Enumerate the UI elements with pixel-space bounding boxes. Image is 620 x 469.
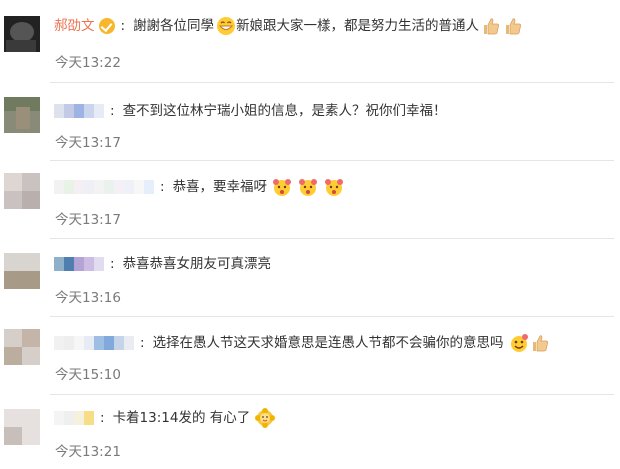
comment-time: 今天13:17 [55, 135, 121, 151]
comment-time: 今天13:22 [55, 55, 121, 71]
grin-emoji-icon [216, 16, 236, 36]
sunflower-emoji-icon [254, 408, 276, 428]
comment-item: : 选择在愚人节这天求婚意思是连愚人节都不会骗你的意思吗 今天15:10 [0, 317, 620, 393]
comment-text-line: 郝劭文 : 謝謝各位同學 新娘跟大家一樣，都是努力生活的普通人 [54, 16, 523, 36]
comment-text-line: : 选择在愚人节这天求婚意思是连愚人节都不会骗你的意思吗 [54, 333, 550, 353]
comment-text: 查不到这位林宁瑞小姐的信息，是素人？祝你们幸福！ [122, 103, 447, 119]
thumbs-up-icon [530, 333, 550, 353]
comment-text: 謝謝各位同學 [133, 18, 215, 34]
comment-time: 今天13:21 [55, 444, 121, 460]
separator-colon: : [160, 179, 165, 195]
kiss-face-emoji-icon [297, 177, 318, 197]
avatar[interactable] [4, 409, 40, 445]
kiss-face-emoji-icon [271, 177, 292, 197]
thumbs-up-icon [503, 16, 523, 36]
comment-item: 郝劭文 : 謝謝各位同學 新娘跟大家一樣，都是努力生活的普通人 今天13:22 [0, 0, 620, 78]
comment-text-line: : 恭喜，要幸福呀 [54, 177, 344, 197]
comment-item: : 查不到这位林宁瑞小姐的信息，是素人？祝你们幸福！ 今天13:17 [0, 83, 620, 159]
grin-emoji-icon [508, 333, 528, 353]
comment-time: 今天13:16 [55, 290, 121, 306]
comment-text: 卡着13:14发的 有心了 [112, 410, 251, 426]
separator-colon: : [120, 18, 126, 34]
comment-time: 今天13:17 [55, 212, 121, 228]
avatar[interactable] [4, 97, 40, 133]
comment-text: 选择在愚人节这天求婚意思是连愚人节都不会骗你的意思吗 [152, 335, 504, 351]
comment-text: 恭喜恭喜女朋友可真漂亮 [122, 256, 272, 272]
separator-colon: : [100, 410, 105, 426]
comment-text-line: : 查不到这位林宁瑞小姐的信息，是素人？祝你们幸福！ [54, 101, 447, 121]
username[interactable]: 郝劭文 [54, 16, 95, 36]
comment-item: : 恭喜恭喜女朋友可真漂亮 今天13:16 [0, 239, 620, 315]
avatar[interactable] [4, 16, 40, 52]
avatar[interactable] [4, 253, 40, 289]
separator-colon: : [110, 103, 115, 119]
separator-colon: : [110, 256, 115, 272]
comment-text-line: : 卡着13:14发的 有心了 [54, 408, 276, 428]
kiss-face-emoji-icon [323, 177, 344, 197]
avatar[interactable] [4, 329, 40, 365]
username-mosaic[interactable] [54, 257, 104, 271]
comment-text-continued: 新娘跟大家一樣，都是努力生活的普通人 [236, 18, 480, 34]
username-mosaic[interactable] [54, 411, 94, 425]
comment-text-line: : 恭喜恭喜女朋友可真漂亮 [54, 254, 271, 274]
comment-item: : 恭喜，要幸福呀 今天13:17 [0, 161, 620, 237]
avatar[interactable] [4, 173, 40, 209]
username-mosaic[interactable] [54, 336, 134, 350]
comment-item: : 卡着13:14发的 有心了 今天13:21 [0, 395, 620, 469]
username-mosaic[interactable] [54, 180, 154, 194]
username-mosaic[interactable] [54, 104, 104, 118]
comment-time: 今天15:10 [55, 367, 121, 383]
comment-text: 恭喜，要幸福呀 [172, 179, 268, 195]
thumbs-up-icon [481, 16, 501, 36]
verified-badge-icon [98, 18, 115, 34]
separator-colon: : [140, 335, 145, 351]
